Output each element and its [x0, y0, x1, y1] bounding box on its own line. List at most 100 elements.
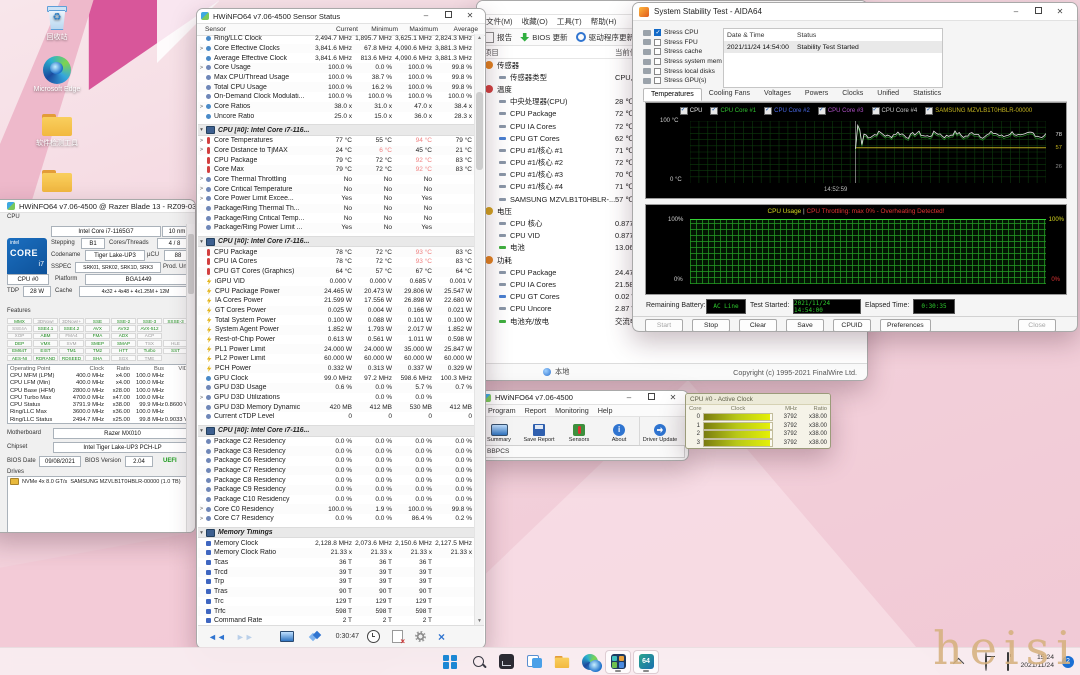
collapse-chevron-icon[interactable]: ▾ [198, 127, 205, 133]
expand-chevron-icon[interactable]: > [198, 104, 205, 110]
sensor-row[interactable]: >Core Ratios38.0 x31.0 x47.0 x38.4 x [198, 102, 475, 112]
window-titlebar[interactable]: HWiNFO64 v7.06-4500 Sensor Status – ✕ [197, 9, 485, 24]
sensor-row[interactable]: Trc129 T129 T129 T [198, 597, 475, 607]
checkbox[interactable] [654, 39, 661, 46]
vertical-scrollbar[interactable] [186, 224, 195, 532]
expand-chevron-icon[interactable]: > [198, 516, 205, 522]
legend-item[interactable]: CPU Core #4 [872, 107, 918, 115]
collapse-chevron-icon[interactable]: ▾ [198, 239, 205, 245]
log-row[interactable]: 2021/11/24 14:54:00 Stability Test Start… [724, 41, 942, 53]
drive-row[interactable]: NVMe 4x 8.0 GT/s SAMSUNG MZVLB1T0HBLR-00… [8, 477, 190, 486]
checkbox[interactable] [654, 77, 661, 84]
scrollbar-thumb[interactable] [188, 234, 194, 294]
menu-item[interactable]: 文件(M) [486, 16, 513, 27]
stress-option[interactable]: Stress CPU [643, 28, 721, 38]
stress-option[interactable]: Stress FPU [643, 38, 721, 48]
legend-item[interactable]: CPU [680, 107, 703, 115]
start-button[interactable]: Start [645, 319, 683, 332]
menu-item[interactable]: 收藏(O) [522, 16, 548, 27]
close-button[interactable]: ✕ [1049, 6, 1071, 18]
hwinfo-taskbar-button[interactable] [605, 650, 631, 674]
expand-chevron-icon[interactable]: > [198, 395, 205, 401]
sensor-row[interactable]: Package C9 Residency0.0 %0.0 %0.0 %0.0 % [198, 485, 475, 495]
window-titlebar[interactable]: CPU #0 - Active Clock [686, 394, 830, 405]
sensor-row[interactable]: CPU Package78 °C72 °C93 °C83 °C [198, 247, 475, 257]
sensor-row[interactable]: Trfc598 T598 T598 T [198, 606, 475, 616]
battery-tray-icon[interactable] [1007, 653, 1009, 671]
sensor-row[interactable]: >Core Distance to TjMAX24 °C6 °C45 °C21 … [198, 146, 475, 156]
sensor-row[interactable]: GT Cores Power0.025 W0.004 W0.166 W0.021… [198, 306, 475, 316]
close-window-button[interactable]: Close [1018, 319, 1056, 332]
expand-chevron-icon[interactable]: > [198, 176, 205, 182]
monitor-config-button[interactable] [280, 631, 294, 642]
logging-stop-button[interactable] [392, 630, 403, 643]
tab-voltages[interactable]: Voltages [757, 88, 798, 101]
sensor-row[interactable]: Package/Ring Critical Temp...NoNoNo [198, 213, 475, 223]
checkbox[interactable] [654, 58, 661, 65]
menu-item-program[interactable]: Program [488, 406, 516, 415]
collapse-chevron-icon[interactable]: ▾ [198, 428, 205, 434]
sensor-row[interactable]: Package C6 Residency0.0 %0.0 %0.0 %0.0 % [198, 456, 475, 466]
tray-overflow-chevron-icon[interactable] [953, 657, 964, 668]
notification-badge[interactable]: 2 [1062, 656, 1074, 668]
sensor-row[interactable]: Package C8 Residency0.0 %0.0 %0.0 %0.0 % [198, 475, 475, 485]
expand-chevron-icon[interactable]: > [198, 138, 205, 144]
aida64-taskbar-button[interactable]: 64 [633, 650, 659, 674]
legend-item[interactable]: CPU Core #1 [710, 107, 756, 115]
sensor-row[interactable]: Memory Clock Ratio21.33 x21.33 x21.33 x2… [198, 548, 475, 558]
legend-item[interactable]: CPU Core #2 [764, 107, 810, 115]
collapse-chevron-icon[interactable]: ▾ [198, 530, 205, 536]
close-button[interactable]: ✕ [459, 10, 481, 22]
tab-unified[interactable]: Unified [870, 88, 906, 101]
sensor-row[interactable]: System Agent Power1.852 W1.793 W2.017 W1… [198, 325, 475, 335]
sensor-row[interactable]: CPU Package Power24.465 W20.473 W29.806 … [198, 286, 475, 296]
sensor-row[interactable]: GPU Clock99.0 MHz97.2 MHz598.6 MHz100.3 … [198, 373, 475, 383]
menu-item[interactable]: 工具(T) [557, 16, 582, 27]
sensor-row[interactable]: Average Effective Clock3,841.6 MHz813.6 … [198, 53, 475, 63]
sensor-row[interactable]: Uncore Ratio25.0 x15.0 x36.0 x28.3 x [198, 112, 475, 122]
close-sensors-button[interactable]: × [438, 630, 445, 644]
window-titlebar[interactable]: System Stability Test - AIDA64 – ✕ [633, 3, 1077, 21]
expand-chevron-icon[interactable]: > [198, 196, 205, 202]
back-arrows-button[interactable]: ◄◄ [208, 632, 226, 642]
sensor-row[interactable]: CPU Package79 °C72 °C92 °C83 °C [198, 155, 475, 165]
tab-powers[interactable]: Powers [798, 88, 835, 101]
desktop-icon-recycle-bin[interactable]: ♻ 回收站 [26, 6, 88, 42]
legend-checkbox[interactable] [818, 107, 826, 115]
sensor-row[interactable]: Current cTDP Level0000 [198, 412, 475, 422]
sensor-row[interactable]: Package C10 Residency0.0 %0.0 %0.0 %0.0 … [198, 495, 475, 505]
sensor-row[interactable]: >GPU D3D Utilizations0.0 %0.0 % [198, 393, 475, 403]
minimize-button[interactable]: – [415, 10, 437, 22]
network-tray-icon[interactable] [985, 653, 987, 671]
sensor-row[interactable]: Ring/LLC Clock2,494.7 MHz1,895.7 MHz3,62… [198, 34, 475, 44]
sensor-group-header[interactable]: ▾CPU [#0]: Intel Core i7-116... [198, 124, 475, 136]
sensor-row[interactable]: IA Cores Power21.599 W17.556 W26.898 W22… [198, 296, 475, 306]
file-explorer-button[interactable] [549, 650, 575, 674]
sensor-row[interactable]: >Core Usage100.0 %0.0 %100.0 %99.8 % [198, 63, 475, 73]
sensor-row[interactable]: Memory Clock2,128.8 MHz2,073.6 MHz2,150.… [198, 538, 475, 548]
search-button[interactable] [465, 650, 491, 674]
sensor-row[interactable]: Trcd39 T39 T39 T [198, 567, 475, 577]
menu-item-monitoring[interactable]: Monitoring [555, 406, 589, 415]
sensor-row[interactable]: Total CPU Usage100.0 %16.2 %100.0 %99.8 … [198, 82, 475, 92]
sensor-row[interactable]: GPU D3D Usage0.6 %0.0 %5.7 %0.7 % [198, 383, 475, 393]
sensor-group-header[interactable]: ▾Memory Timings [198, 527, 475, 539]
sensor-row[interactable]: Package C7 Residency0.0 %0.0 %0.0 %0.0 % [198, 466, 475, 476]
cpu-select-dropdown[interactable]: CPU #0 [7, 274, 49, 285]
tab-clocks[interactable]: Clocks [835, 88, 870, 101]
menu-item-help[interactable]: Help [598, 406, 613, 415]
sensor-row[interactable]: Package C2 Residency0.0 %0.0 %0.0 %0.0 % [198, 437, 475, 447]
stress-option[interactable]: Stress cache [643, 47, 721, 57]
clock-icon-button[interactable] [367, 630, 380, 643]
sensor-row[interactable]: CPU IA Cores78 °C72 °C93 °C83 °C [198, 257, 475, 267]
tab-statistics[interactable]: Statistics [906, 88, 948, 101]
sensor-row[interactable]: iGPU VID0.000 V0.000 V0.685 V0.001 V [198, 277, 475, 287]
clear-button[interactable]: Clear [739, 319, 777, 332]
vertical-scrollbar[interactable]: ▲ ▼ [474, 34, 484, 626]
sensor-row[interactable]: >Core Power Limit Excee...YesNoYes [198, 194, 475, 204]
stress-option[interactable]: Stress system mem [643, 57, 721, 67]
legend-checkbox[interactable] [680, 107, 688, 115]
checkbox[interactable] [654, 29, 661, 36]
save-button[interactable]: Save [786, 319, 824, 332]
expand-chevron-icon[interactable]: > [198, 65, 205, 71]
